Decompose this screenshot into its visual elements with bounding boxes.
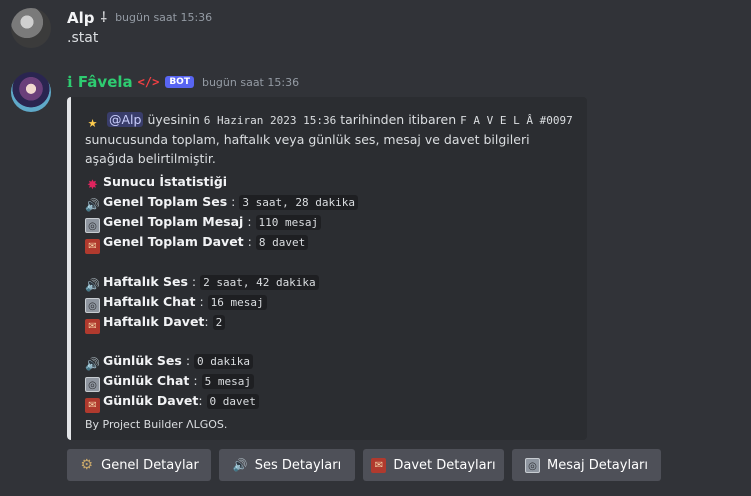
stats-embed: ★ @Alp üyesinin 6 Haziran 2023 15:36 tar… [67,97,587,440]
stat-label: Haftalık Chat [103,293,196,309]
speaker-icon: 🔊 [232,457,248,472]
stat-value: 16 mesaj [207,294,267,310]
message-header: Alp ⸸ bugün saat 15:36 [67,8,212,27]
stat-value: 5 mesaj [201,374,254,389]
section-title-row: ✸ Sunucu İstatistiği [85,173,575,193]
invite-icon: ✉ [371,457,387,473]
invite-icon: ✉ [85,239,100,254]
stat-row: ◎ Haftalık Chat : 16 mesaj [85,293,575,313]
stat-value: 0 davet [206,394,259,409]
stat-label: Günlük Ses [103,353,182,368]
message-box-icon: ◎ [85,218,100,233]
bot-badge: BOT [165,76,194,88]
stat-label: Genel Toplam Davet [103,234,244,249]
invite-icon: ✉ [85,398,100,413]
star-icon: ★ [87,117,98,130]
stat-sep: : [247,234,252,249]
stat-row: 🔊 Günlük Ses : 0 dakika [85,352,575,372]
button-label: Genel Detaylar [101,457,199,473]
avatar[interactable] [11,72,51,112]
intro-date: 6 Haziran 2023 15:36 [203,114,337,127]
message-content: .stat [67,30,99,46]
section-title: Sunucu İstatistiği [103,174,228,189]
stat-sep: : [231,194,236,209]
stat-label: Günlük Davet [103,393,199,408]
stat-value: 3 saat, 28 dakika [239,195,358,210]
avatar[interactable] [11,8,51,48]
invite-icon: ✉ [85,318,100,334]
username[interactable]: Alp [67,9,95,27]
general-details-button[interactable]: ⚙ Genel Detaylar [67,449,211,481]
button-label: Ses Detayları [254,457,342,473]
stat-value: 110 mesaj [255,215,322,230]
stat-row: ✉ Haftalık Davet: 2 [85,313,575,334]
message-box-icon: ◎ [85,297,100,313]
stat-value: 8 davet [255,235,309,250]
speaker-icon: 🔊 [85,198,100,212]
button-label: Mesaj Detayları [547,457,648,473]
stat-sep: : [198,393,203,408]
timestamp: bugün saat 15:36 [201,75,300,89]
embed-footer: By Project Builder ΛLGOS. [85,418,228,431]
maple-leaf-icon: ✸ [87,178,98,193]
embed-intro: ★ @Alp üyesinin 6 Haziran 2023 15:36 tar… [85,111,575,168]
dagger-icon: ⸸ [100,10,108,26]
stat-row: ✉ Genel Toplam Davet : 8 davet [85,233,575,254]
stat-value: 2 saat, 42 dakika [200,274,319,290]
stat-value: 2 [212,314,226,330]
button-label: Davet Detayları [393,457,496,473]
stat-row: ✉ Günlük Davet: 0 davet [85,392,575,413]
intro-server: F A V E L Â #0097 [460,114,573,127]
message-box-icon: ◎ [525,457,540,473]
message-box-icon: ◎ [85,377,100,392]
stat-sep: : [185,353,191,368]
stat-sep: : [204,313,209,329]
timestamp: bugün saat 15:36 [115,11,213,24]
stat-value: 0 dakika [194,354,253,369]
stat-row: ◎ Günlük Chat : 5 mesaj [85,372,575,392]
stat-label: Genel Toplam Ses [103,194,228,209]
gear-icon: ⚙ [80,456,93,473]
stat-row: 🔊 Genel Toplam Ses : 3 saat, 28 dakika [85,193,575,213]
intro-text: üyesinin [147,112,200,127]
action-buttons: ⚙ Genel Detaylar 🔊 Ses Detayları ✉ Davet… [67,449,661,481]
stat-label: Haftalık Davet [103,313,205,329]
speaker-icon: 🔊 [85,357,100,371]
username[interactable]: ℹ Fâvela [67,73,133,91]
message-header: ℹ Fâvela </> BOT bugün saat 15:36 [67,73,299,91]
stat-row: 🔊 Haftalık Ses : 2 saat, 42 dakika [85,273,575,293]
voice-details-button[interactable]: 🔊 Ses Detayları [219,449,355,481]
message-details-button[interactable]: ◎ Mesaj Detayları [512,449,661,481]
code-icon: </> [137,75,160,89]
stat-label: Genel Toplam Mesaj [103,214,244,229]
speaker-icon: 🔊 [85,277,100,292]
stat-row: ◎ Genel Toplam Mesaj : 110 mesaj [85,213,575,233]
stat-sep: : [199,293,204,309]
stat-sep: : [247,214,252,229]
invite-details-button[interactable]: ✉ Davet Detayları [363,449,504,481]
stat-label: Günlük Chat [103,373,190,388]
stat-sep: : [193,373,198,388]
intro-text: tarihinden itibaren [340,112,457,127]
user-mention[interactable]: @Alp [106,112,144,127]
stat-label: Haftalık Ses [103,273,188,289]
intro-text: sunucusunda toplam, haftalık veya günlük… [85,132,530,166]
stat-sep: : [191,273,197,289]
